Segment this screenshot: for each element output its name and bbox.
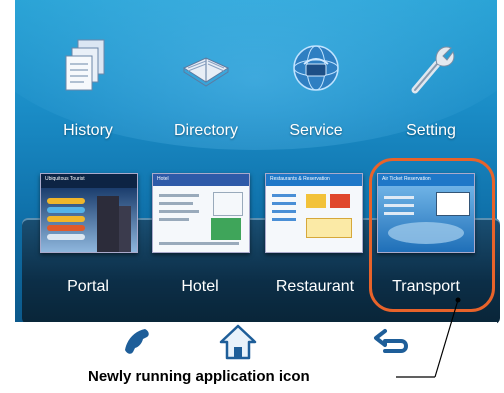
running-label-hotel[interactable]: Hotel (150, 278, 250, 296)
thumb-hotel[interactable]: Hotel (152, 173, 250, 253)
wrench-icon (411, 46, 455, 94)
app-label: Setting (406, 122, 456, 139)
thumb-title: Hotel (157, 176, 169, 182)
home-button[interactable] (218, 322, 258, 362)
app-service[interactable]: Service (270, 0, 360, 150)
thumb-restaurant[interactable]: Restaurants & Reservation (265, 173, 363, 253)
app-label: History (63, 122, 113, 139)
thumb-title: Ubiquitous Tourist (45, 176, 85, 182)
running-label-restaurant[interactable]: Restaurant (265, 278, 365, 296)
globe-phone-icon (293, 45, 339, 91)
phone-icon (125, 329, 149, 354)
thumb-portal[interactable]: Ubiquitous Tourist (40, 173, 138, 253)
app-label: Directory (173, 122, 238, 139)
running-label-portal[interactable]: Portal (38, 278, 138, 296)
new-app-highlight (369, 158, 495, 312)
callout-pointer (396, 297, 461, 378)
callout-text: Newly running application icon (88, 368, 310, 385)
history-icon (65, 39, 105, 91)
thumb-title: Restaurants & Reservation (270, 176, 330, 182)
app-history[interactable]: History (42, 0, 132, 150)
app-directory[interactable]: Directory (160, 0, 250, 150)
book-icon (182, 57, 230, 87)
app-label: Service (289, 122, 343, 139)
home-icon (219, 324, 257, 360)
app-setting[interactable]: Setting (385, 0, 475, 150)
phone-button[interactable] (118, 322, 158, 362)
